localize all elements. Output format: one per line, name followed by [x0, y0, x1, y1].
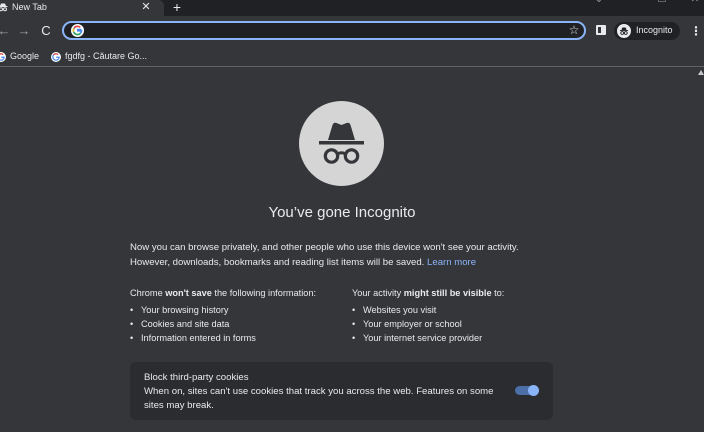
- tab-new-tab[interactable]: New Tab ✕: [0, 0, 164, 16]
- reload-icon[interactable]: C: [38, 22, 54, 40]
- list-item: Your employer or school: [352, 317, 482, 331]
- close-icon[interactable]: ✕: [139, 0, 153, 14]
- scrollbar[interactable]: [697, 67, 704, 432]
- heading-text: the following information:: [211, 288, 317, 298]
- heading-text: Your activity: [352, 288, 404, 298]
- heading-emphasis: won't save: [165, 288, 212, 298]
- window-close-icon[interactable]: ✕: [688, 0, 702, 5]
- toggle-knob: [528, 385, 539, 396]
- intro-line-1: Now you can browse privately, and other …: [130, 242, 519, 253]
- bookmark-google[interactable]: Google: [0, 49, 39, 63]
- tab-strip: New Tab ✕ + ⌄ — ☐ ✕: [0, 0, 704, 16]
- list-item: Your browsing history: [130, 303, 256, 317]
- cookies-title: Block third-party cookies: [144, 372, 249, 383]
- new-tab-button[interactable]: +: [170, 0, 184, 15]
- list-item: Information entered in forms: [130, 331, 256, 345]
- list-item: Websites you visit: [352, 303, 482, 317]
- still-visible-heading: Your activity might still be visible to:: [352, 288, 504, 298]
- intro-text: Now you can browse privately, and other …: [130, 240, 570, 270]
- chevron-down-icon[interactable]: ⌄: [592, 0, 606, 5]
- third-party-cookies-card: Block third-party cookies When on, sites…: [130, 362, 553, 420]
- cookies-description: When on, sites can't use cookies that tr…: [144, 386, 494, 411]
- heading-emphasis: might still be visible: [403, 288, 492, 298]
- bookmark-search[interactable]: fgdfg - Căutare Go...: [51, 49, 147, 63]
- intro-line-2-text: However, downloads, bookmarks and readin…: [130, 257, 425, 268]
- incognito-logo-icon: [299, 101, 384, 186]
- heading-text: Chrome: [130, 288, 166, 298]
- heading-text: to:: [491, 288, 505, 298]
- side-panel-icon[interactable]: [596, 25, 606, 35]
- scroll-up-icon[interactable]: [698, 70, 704, 75]
- intro-line-2: However, downloads, bookmarks and readin…: [130, 255, 570, 270]
- incognito-profile-button[interactable]: Incognito: [614, 22, 680, 40]
- star-icon[interactable]: ☆: [567, 23, 581, 38]
- bookmark-label: fgdfg - Căutare Go...: [65, 51, 148, 61]
- google-icon: [51, 51, 61, 62]
- wont-save-heading: Chrome won't save the following informat…: [130, 288, 316, 298]
- address-bar-input[interactable]: [88, 23, 548, 38]
- google-icon: [0, 51, 6, 62]
- incognito-label: Incognito: [636, 25, 673, 35]
- cookies-toggle[interactable]: [515, 385, 539, 396]
- incognito-avatar-icon: [617, 24, 631, 38]
- three-dot-menu-icon[interactable]: ⋮: [690, 22, 702, 40]
- wont-save-list: Your browsing history Cookies and site d…: [130, 303, 256, 345]
- page-title: You’ve gone Incognito: [268, 204, 416, 221]
- omnibox[interactable]: ☆: [62, 21, 586, 40]
- google-icon: [71, 24, 84, 37]
- still-visible-list: Websites you visit Your employer or scho…: [352, 303, 482, 345]
- maximize-icon[interactable]: ☐: [655, 0, 669, 5]
- minimize-icon[interactable]: —: [624, 0, 638, 5]
- list-item: Cookies and site data: [130, 317, 256, 331]
- list-item: Your internet service provider: [352, 331, 482, 345]
- learn-more-link[interactable]: Learn more: [427, 257, 476, 268]
- forward-arrow-icon[interactable]: →: [16, 22, 32, 40]
- back-arrow-icon[interactable]: ←: [0, 22, 12, 40]
- incognito-icon: [0, 3, 8, 12]
- bookmarks-bar: Google fgdfg - Căutare Go...: [0, 46, 704, 67]
- bookmark-label: Google: [10, 51, 40, 61]
- tab-title: New Tab: [12, 2, 47, 12]
